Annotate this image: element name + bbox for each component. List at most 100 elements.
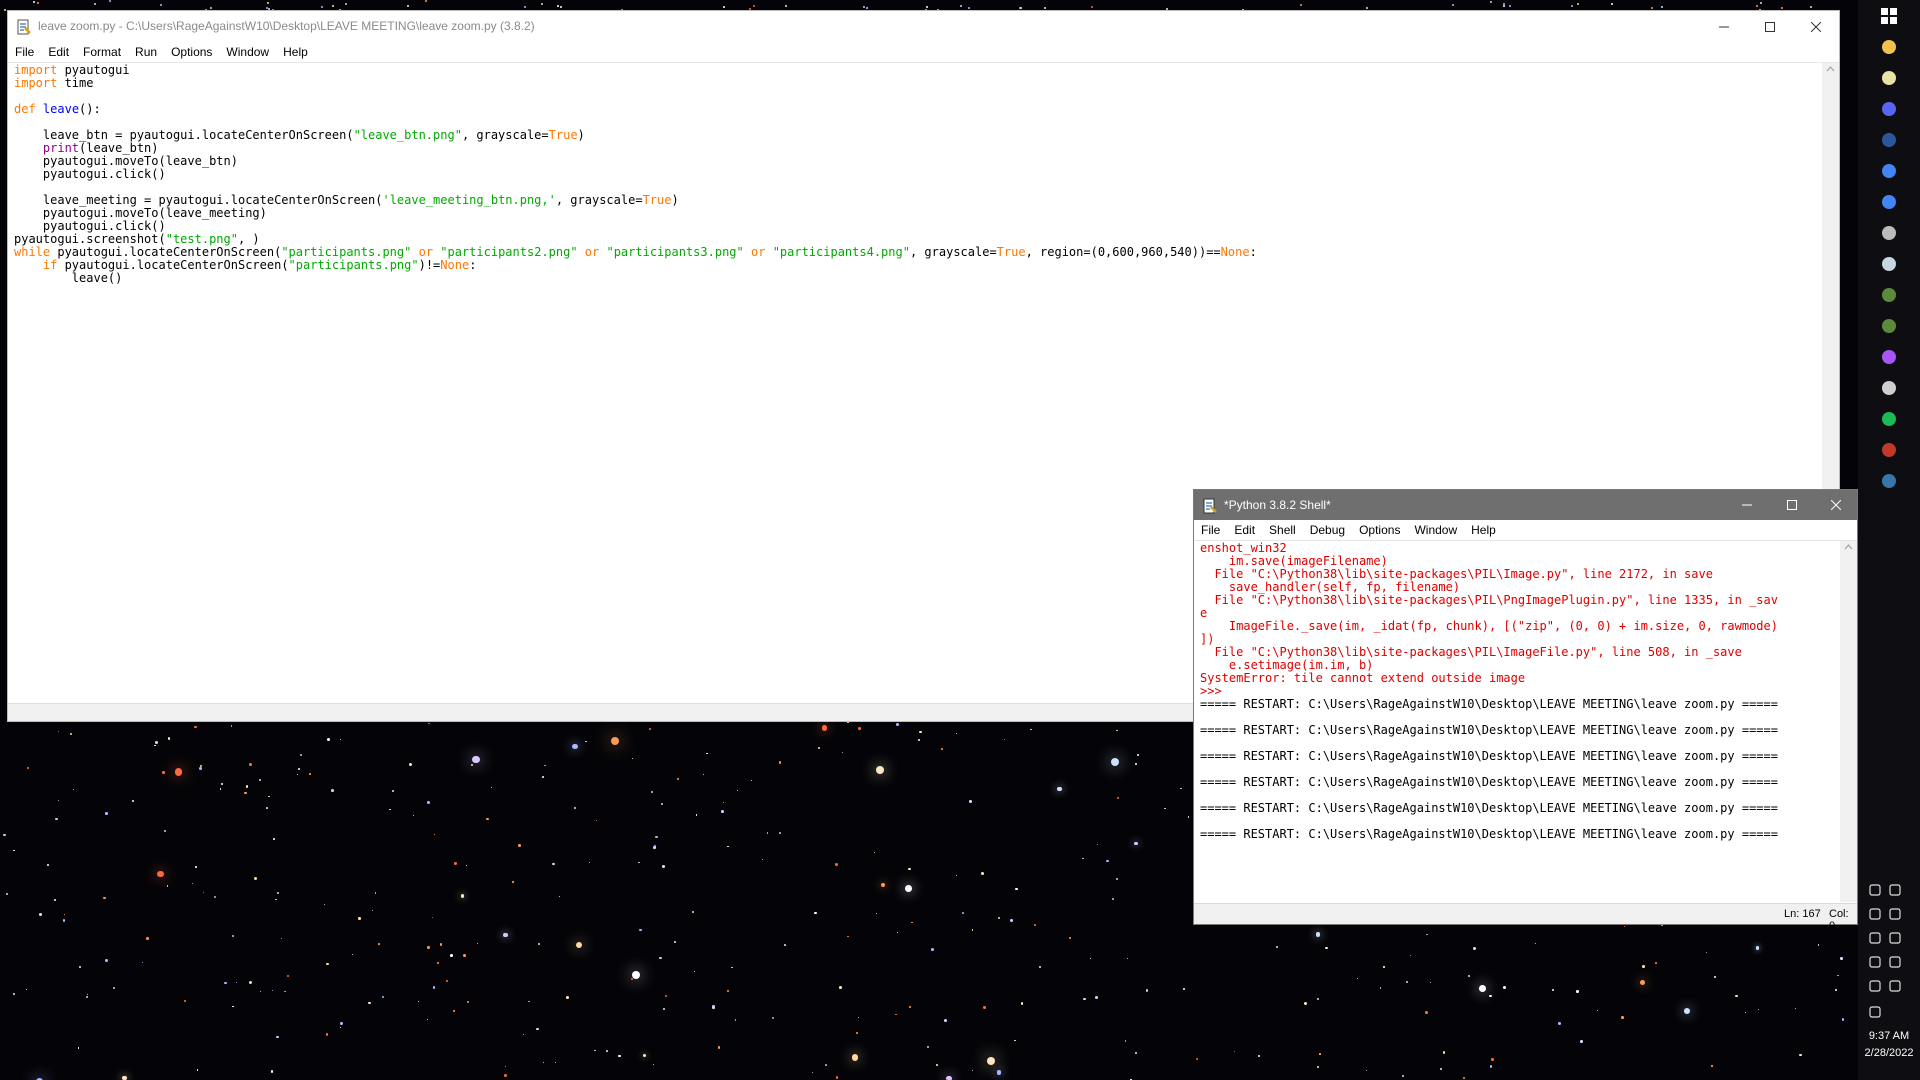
shell-menu-edit[interactable]: Edit bbox=[1227, 523, 1262, 537]
spotify-tray-icon[interactable] bbox=[1887, 930, 1903, 946]
star bbox=[1182, 987, 1186, 991]
star bbox=[245, 785, 249, 788]
star bbox=[1489, 994, 1492, 998]
star bbox=[1116, 730, 1118, 732]
shell-menu-help[interactable]: Help bbox=[1464, 523, 1503, 537]
star bbox=[566, 996, 569, 1000]
python-shell-window[interactable]: *Python 3.8.2 Shell* File Edit Shell Deb… bbox=[1193, 489, 1858, 932]
file-explorer-icon[interactable] bbox=[1879, 37, 1899, 57]
menu-options[interactable]: Options bbox=[164, 45, 219, 59]
star bbox=[491, 787, 493, 789]
star bbox=[1233, 1050, 1236, 1053]
star bbox=[1019, 7, 1022, 10]
minimize-icon bbox=[1719, 26, 1729, 27]
menu-window[interactable]: Window bbox=[219, 45, 276, 59]
star bbox=[210, 7, 213, 10]
close-button[interactable] bbox=[1793, 11, 1839, 42]
star bbox=[174, 768, 183, 776]
scroll-up-icon[interactable] bbox=[1840, 541, 1857, 553]
menu-edit[interactable]: Edit bbox=[41, 45, 76, 59]
star bbox=[323, 903, 325, 905]
star bbox=[1020, 1002, 1024, 1005]
shell-menu-window[interactable]: Window bbox=[1407, 523, 1464, 537]
shell-maximize-button[interactable] bbox=[1769, 490, 1815, 520]
discord-icon[interactable] bbox=[1879, 99, 1899, 119]
menu-run[interactable]: Run bbox=[128, 45, 164, 59]
star bbox=[1490, 1, 1493, 4]
star bbox=[1490, 1058, 1494, 1062]
minimize-button[interactable] bbox=[1701, 11, 1747, 42]
star bbox=[1837, 974, 1840, 977]
settings-gear-icon[interactable] bbox=[1867, 906, 1883, 922]
notification-icon[interactable] bbox=[1867, 1004, 1883, 1020]
steam-icon[interactable] bbox=[1879, 254, 1899, 274]
star bbox=[445, 980, 448, 982]
spotify-icon[interactable] bbox=[1879, 409, 1899, 429]
zoom-icon[interactable] bbox=[1867, 954, 1883, 970]
star bbox=[632, 970, 641, 979]
star bbox=[926, 6, 929, 9]
star bbox=[919, 730, 922, 733]
speaker-muted-icon[interactable] bbox=[1867, 978, 1883, 994]
gamepad-icon[interactable] bbox=[1887, 906, 1903, 922]
shell-output[interactable]: enshot_win32 im.save(imageFilename) File… bbox=[1200, 542, 1839, 902]
star bbox=[432, 986, 436, 990]
windows-start-icon[interactable] bbox=[1879, 6, 1899, 26]
star bbox=[505, 1065, 507, 1068]
shell-close-button[interactable] bbox=[1813, 490, 1859, 520]
shell-menu-debug[interactable]: Debug bbox=[1303, 523, 1352, 537]
star bbox=[721, 809, 724, 813]
usb-icon[interactable] bbox=[1867, 930, 1883, 946]
star bbox=[259, 990, 261, 992]
star bbox=[460, 893, 465, 898]
star bbox=[141, 961, 144, 964]
volume-icon[interactable] bbox=[1887, 978, 1903, 994]
star bbox=[558, 895, 560, 898]
speaker-app-icon[interactable] bbox=[1879, 223, 1899, 243]
code-line: leave() bbox=[14, 271, 123, 285]
star bbox=[560, 5, 563, 8]
menu-file[interactable]: File bbox=[8, 45, 41, 59]
star bbox=[1195, 1058, 1198, 1061]
shell-vertical-scrollbar[interactable] bbox=[1840, 541, 1857, 902]
minecraft-icon[interactable] bbox=[1879, 285, 1899, 305]
star bbox=[1303, 1001, 1307, 1005]
star bbox=[1468, 974, 1471, 977]
star bbox=[33, 0, 36, 3]
network-icon[interactable] bbox=[1887, 882, 1903, 898]
star bbox=[13, 993, 15, 995]
star bbox=[79, 966, 81, 968]
shell-menu-file[interactable]: File bbox=[1194, 523, 1227, 537]
editor-titlebar[interactable]: leave zoom.py - C:\Users\RageAgainstW10\… bbox=[8, 11, 1839, 42]
tray-app-icon[interactable] bbox=[1887, 954, 1903, 970]
messenger-icon[interactable] bbox=[1879, 347, 1899, 367]
star bbox=[1356, 977, 1358, 979]
monitor-app-icon[interactable] bbox=[1879, 378, 1899, 398]
python-idle-icon[interactable] bbox=[1879, 471, 1899, 491]
star bbox=[1794, 1007, 1797, 1009]
star bbox=[982, 1005, 986, 1009]
shell-titlebar[interactable]: *Python 3.8.2 Shell* bbox=[1194, 490, 1857, 520]
shell-minimize-button[interactable] bbox=[1724, 490, 1770, 520]
star bbox=[199, 764, 202, 768]
tool-icon[interactable] bbox=[1879, 440, 1899, 460]
shell-menu-shell[interactable]: Shell bbox=[1262, 523, 1303, 537]
star bbox=[159, 3, 162, 6]
minecraft-alt-icon[interactable] bbox=[1879, 316, 1899, 336]
menu-help[interactable]: Help bbox=[276, 45, 315, 59]
notes-icon[interactable] bbox=[1879, 68, 1899, 88]
menu-format[interactable]: Format bbox=[76, 45, 128, 59]
word-icon[interactable] bbox=[1879, 130, 1899, 150]
clock-time[interactable]: 9:37 AM bbox=[1858, 1030, 1920, 1042]
clock-date[interactable]: 2/28/2022 bbox=[1858, 1047, 1920, 1059]
shell-statusbar: Ln: 167 Col: 0 bbox=[1194, 903, 1857, 932]
chrome-icon[interactable] bbox=[1879, 161, 1899, 181]
shell-menu-options[interactable]: Options bbox=[1352, 523, 1407, 537]
scroll-up-icon[interactable] bbox=[1822, 63, 1839, 75]
chrome-alt-icon[interactable] bbox=[1879, 192, 1899, 212]
star bbox=[194, 865, 197, 868]
star bbox=[712, 1005, 716, 1009]
star bbox=[276, 1036, 279, 1039]
nvidia-icon[interactable] bbox=[1867, 882, 1883, 898]
maximize-button[interactable] bbox=[1747, 11, 1793, 42]
